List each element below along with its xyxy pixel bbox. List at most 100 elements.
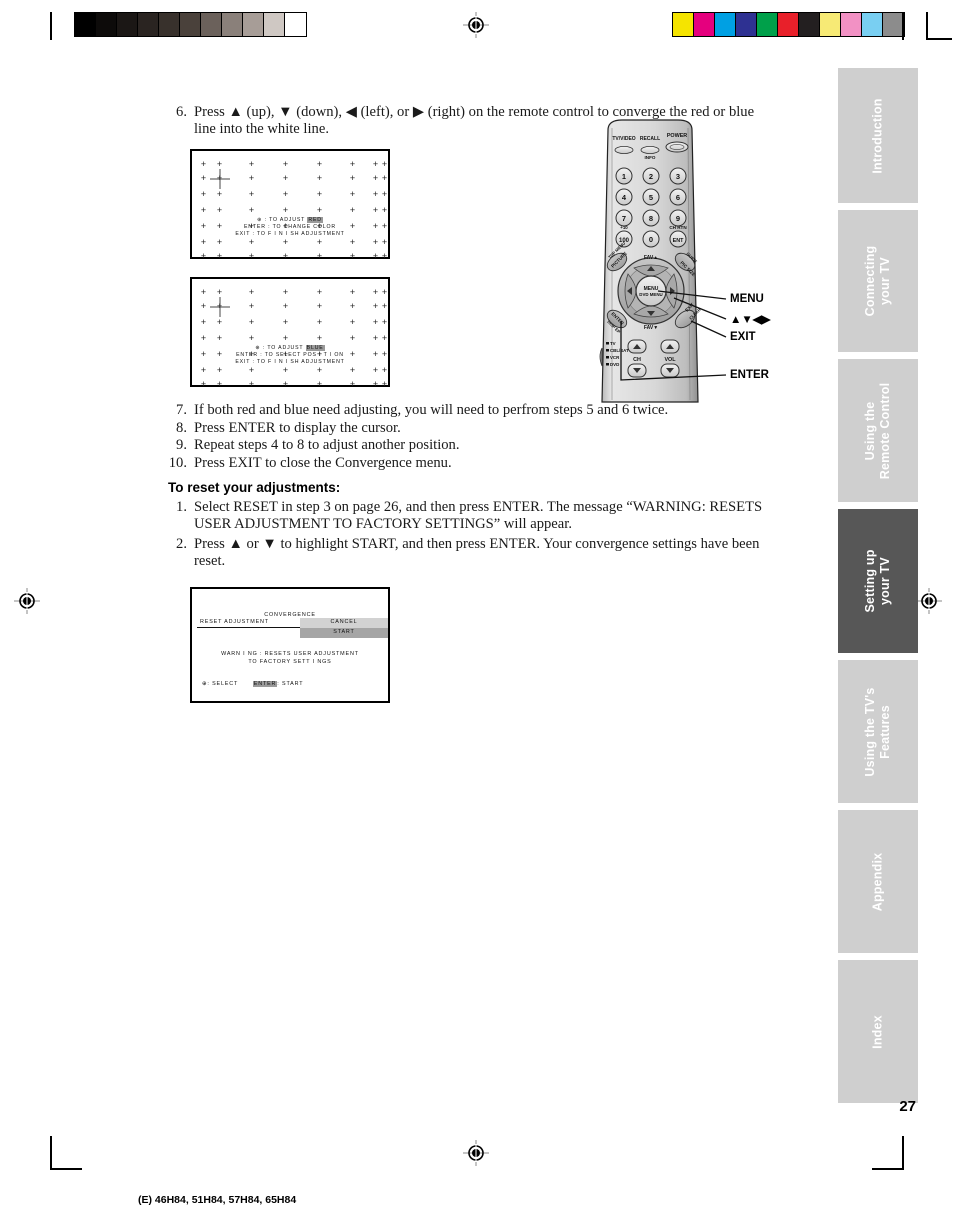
crosshatch-dot: +: [381, 317, 388, 327]
osd-blue-line3-text: : TO F I N I SH ADJUSTMENT: [250, 359, 345, 365]
crosshatch-dot: +: [316, 237, 323, 247]
calibration-swatch: [96, 13, 117, 36]
svg-text:5: 5: [649, 193, 653, 202]
calibration-swatch: [222, 13, 243, 36]
crosshatch-dot: +: [282, 159, 289, 169]
crosshatch-dot: +: [349, 159, 356, 169]
calibration-swatch: [673, 13, 694, 36]
crosshatch-dot: +: [282, 301, 289, 311]
crosshatch-dot: +: [372, 333, 379, 343]
list-item: 2. Press ▲ or ▼ to highlight START, and …: [168, 536, 768, 569]
sidebar-tab-label: Appendix: [870, 852, 885, 911]
crosshatch-dot: +: [200, 333, 207, 343]
crosshatch-dot: +: [200, 301, 207, 311]
svg-text:RECALL: RECALL: [640, 136, 660, 142]
calibration-swatch: [264, 13, 285, 36]
crosshatch-dot: +: [282, 287, 289, 297]
svg-text:7: 7: [622, 214, 626, 223]
calibration-swatch: [180, 13, 201, 36]
list-item: 10. Press EXIT to close the Convergence …: [168, 455, 768, 472]
crosshatch-dot: +: [349, 205, 356, 215]
crosshatch-dot: +: [248, 379, 255, 389]
osd-warning-line1: WARN I NG : RESETS USER ADJUSTMENT: [221, 651, 359, 657]
crosshatch-dot: +: [282, 173, 289, 183]
list-item: 9. Repeat steps 4 to 8 to adjust another…: [168, 437, 768, 454]
calibration-swatch: [883, 13, 904, 36]
crosshatch-dot: +: [381, 189, 388, 199]
crosshatch-dot: +: [216, 237, 223, 247]
calibration-swatch: [694, 13, 715, 36]
crosshatch-dot: +: [200, 159, 207, 169]
crosshatch-dot: +: [282, 189, 289, 199]
crosshatch-dot: +: [349, 301, 356, 311]
crosshatch-dot: +: [248, 159, 255, 169]
crosshatch-dot: +: [216, 379, 223, 389]
sidebar-tab-label: Index: [870, 1014, 885, 1049]
svg-text:+10: +10: [620, 225, 628, 230]
sidebar-tab-using-the-tv-s-features[interactable]: Using the TV's Features: [838, 660, 918, 803]
crosshatch-dot: +: [381, 301, 388, 311]
svg-text:2: 2: [649, 172, 653, 181]
sidebar-tab-index[interactable]: Index: [838, 960, 918, 1103]
callout-menu: MENU: [730, 293, 764, 305]
sidebar-tab-connecting-your-tv[interactable]: Connecting your TV: [838, 210, 918, 352]
steps-lower-list: 7. If both red and blue need adjusting, …: [168, 402, 768, 471]
osd-enter-key-label: ENTER: [243, 224, 266, 230]
svg-text:TV/VIDEO: TV/VIDEO: [612, 136, 635, 142]
crosshatch-dot: +: [316, 251, 323, 261]
step-number: 1.: [176, 499, 187, 515]
osd-option-cancel: CANCEL: [330, 619, 358, 625]
crosshatch-dot: +: [372, 173, 379, 183]
crop-mark-bottom-left-v: [50, 1136, 52, 1170]
crosshatch-dot: +: [381, 365, 388, 375]
svg-text:0: 0: [649, 235, 653, 244]
crosshatch-dot: +: [316, 317, 323, 327]
svg-text:DVD MENU: DVD MENU: [639, 292, 662, 297]
calibration-swatch: [715, 13, 736, 36]
crosshatch-dot: +: [316, 333, 323, 343]
sidebar-tab-label: Connecting your TV: [863, 245, 892, 317]
crosshatch-dot: +: [200, 173, 207, 183]
sidebar-tab-appendix[interactable]: Appendix: [838, 810, 918, 953]
footer-models: (E) 46H84, 51H84, 57H84, 65H84: [138, 1194, 296, 1206]
step-number: 8.: [176, 419, 187, 436]
chapter-tab-sidebar: Introduction Connecting your TV Using the Re…: [838, 68, 918, 1110]
color-calibration-bar: [672, 12, 905, 37]
svg-text:ENT: ENT: [673, 238, 684, 244]
osd-color-highlight: BLUE: [305, 345, 325, 351]
crosshatch-dot: +: [200, 379, 207, 389]
step-text: Repeat steps 4 to 8 to adjust another po…: [194, 437, 460, 453]
crosshatch-dot: +: [349, 189, 356, 199]
osd-reset-row-label: RESET ADJUSTMENT: [200, 619, 269, 625]
crosshatch-dot: +: [316, 365, 323, 375]
crosshatch-dot: +: [216, 333, 223, 343]
calibration-swatch: [862, 13, 883, 36]
svg-text:CH: CH: [633, 357, 641, 363]
osd-red-line1-mid: : TO ADJUST: [262, 217, 308, 223]
registration-mark-bottom: [463, 1140, 489, 1166]
osd-enter-key-label: ENTER: [236, 352, 258, 358]
crosshatch-dot: +: [349, 379, 356, 389]
osd-cursor-crosshair: [209, 296, 231, 323]
calibration-swatch: [201, 13, 222, 36]
osd-blue-line2-text: : TO SELECT POS I T I ON: [257, 352, 344, 358]
svg-text:POWER: POWER: [667, 133, 687, 139]
crosshatch-dot: +: [200, 287, 207, 297]
svg-text:6: 6: [676, 193, 680, 202]
sidebar-tab-setting-up-your-tv[interactable]: Setting up your TV: [838, 509, 918, 653]
osd-screen-blue-convergence: + + + + + + + + + + + + + + + + + + + + + + + + + + + + + + + + + + + + + + + +…: [190, 277, 390, 389]
crosshatch-dot: +: [372, 205, 379, 215]
crop-mark-top-right-v: [902, 12, 904, 40]
osd-exit-key-label: EXIT: [235, 231, 251, 237]
crosshatch-dot: +: [381, 287, 388, 297]
reset-steps-list: 1. Select RESET in step 3 on page 26, an…: [168, 499, 768, 569]
sidebar-tab-using-the-remote-control[interactable]: Using the Remote Control: [838, 359, 918, 502]
crosshatch-dot: +: [282, 379, 289, 389]
sidebar-tab-introduction[interactable]: Introduction: [838, 68, 918, 203]
crosshatch-dot: +: [282, 365, 289, 375]
crosshatch-dot: +: [381, 251, 388, 261]
section-heading-reset: To reset your adjustments:: [168, 480, 341, 495]
crosshatch-dot: +: [316, 189, 323, 199]
crosshatch-dot: +: [381, 173, 388, 183]
crop-mark-top-right-corner-h: [926, 38, 952, 40]
